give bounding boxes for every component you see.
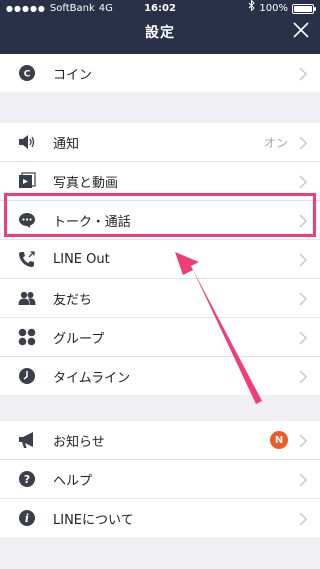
annotation-arrow-icon bbox=[175, 252, 262, 404]
